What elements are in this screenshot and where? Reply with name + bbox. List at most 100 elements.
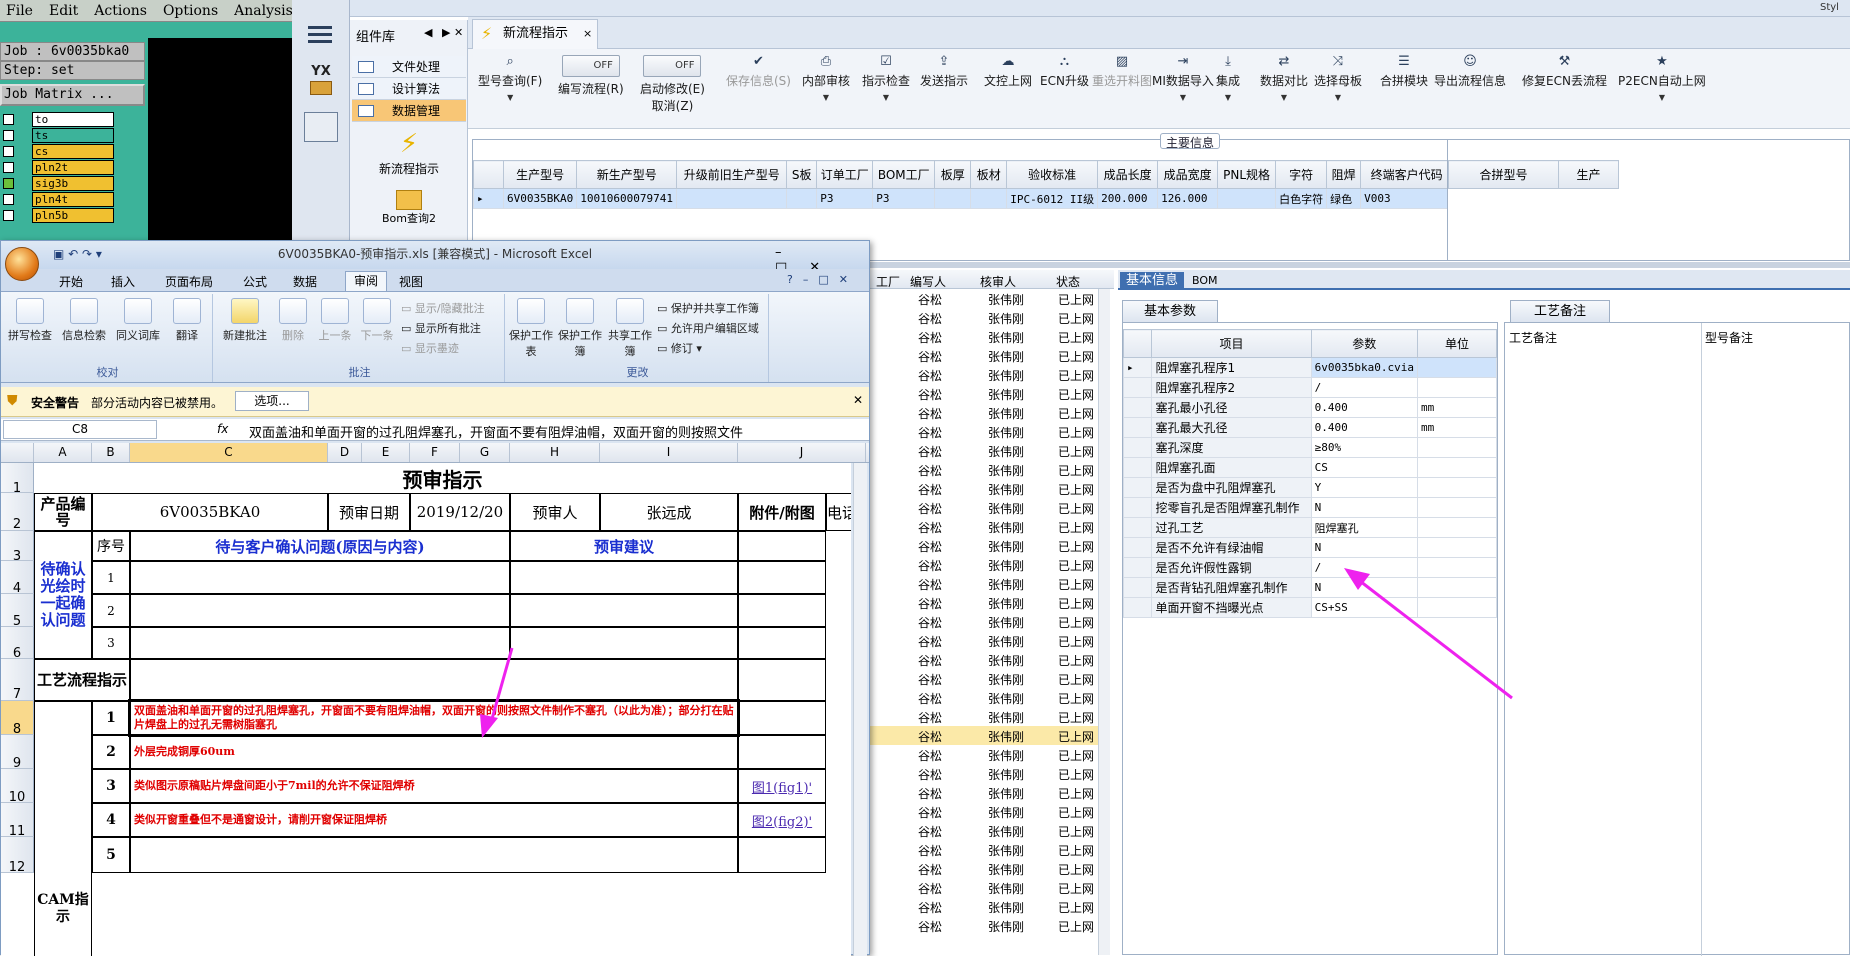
cam-text-cell[interactable]: 类似图示原稿贴片焊盘间距小于7mil的允许不保证阻焊桥 (130, 769, 738, 803)
table-cell[interactable]: CS (1310, 457, 1418, 478)
column-header[interactable]: 编写人 (910, 273, 946, 290)
column-header-cell[interactable]: B (92, 443, 130, 462)
tool-bom-query[interactable]: Bom查询2 (350, 190, 468, 226)
layer-name[interactable]: to (32, 112, 114, 127)
toolbar-button-4[interactable]: ⎙ 内部审核 ▼ (802, 55, 850, 102)
toggle-switch[interactable]: OFF (561, 55, 620, 77)
table-cell[interactable]: 10010600079741 (576, 188, 678, 209)
list-item[interactable]: 谷松 张伟刚 已上网 (870, 308, 1108, 327)
column-header[interactable]: 字符 (1275, 160, 1328, 189)
layer-checkbox[interactable] (3, 130, 14, 141)
list-item[interactable]: 谷松 张伟刚 已上网 (870, 612, 1108, 631)
row-header-cell[interactable]: 4 (1, 561, 34, 596)
ribbon-tab-1[interactable]: 插入 (111, 273, 135, 290)
column-header-cell[interactable]: C (130, 443, 328, 462)
issue-cell[interactable] (130, 561, 510, 594)
options-button[interactable]: 选项... (235, 391, 309, 411)
layer-row[interactable]: to (0, 112, 145, 128)
list-item[interactable]: 谷松 张伟刚 已上网 (870, 783, 1108, 802)
table-cell[interactable] (1416, 477, 1498, 498)
list-item[interactable]: 谷松 张伟刚 已上网 (870, 517, 1108, 536)
comp-item-file[interactable]: 文件处理 (352, 56, 466, 78)
table-cell[interactable]: P3 (816, 188, 874, 209)
column-header[interactable]: 验收标准 (1006, 160, 1099, 189)
formula-input[interactable]: 双面盖油和单面开窗的过孔阻焊塞孔，开窗面不要有阻焊油帽，双面开窗的则按照文件 (249, 422, 839, 441)
menu-edit[interactable]: Edit (49, 3, 78, 19)
panel-nav-left-icon[interactable]: ◀ (424, 26, 432, 39)
toolbar-button-8[interactable]: ⛬ ECN升级 (1040, 55, 1089, 89)
table-cell[interactable]: 挖零盲孔是否阻焊塞孔制作 (1151, 497, 1312, 518)
toolbar-button-3[interactable]: ✔ 保存信息(S) (726, 55, 791, 89)
table-cell[interactable]: / (1310, 377, 1418, 398)
list-item[interactable]: 谷松 张伟刚 已上网 (870, 669, 1108, 688)
product-label[interactable]: 产品编号 (34, 493, 92, 531)
list-item[interactable]: 谷松 张伟刚 已上网 (870, 745, 1108, 764)
table-cell[interactable] (970, 188, 1008, 209)
column-header[interactable]: 板厚 (934, 160, 972, 189)
table-cell[interactable]: N (1310, 497, 1418, 518)
close-icon[interactable]: × (583, 20, 592, 48)
phone-label[interactable]: 电话 (826, 493, 851, 531)
row-selector[interactable] (1122, 517, 1153, 538)
track-changes-button[interactable]: ▭ 修订 ▾ (657, 340, 702, 356)
list-item[interactable]: 谷松 张伟刚 已上网 (870, 631, 1108, 650)
ribbon-tab-2[interactable]: 页面布局 (165, 273, 213, 290)
product-value[interactable]: 6V0035BKA0 (92, 493, 328, 531)
layer-checkbox[interactable] (3, 194, 14, 205)
row-header-cell[interactable]: 11 (1, 803, 34, 839)
cam-link-cell[interactable] (738, 837, 826, 873)
list-item[interactable]: 谷松 张伟刚 已上网 (870, 802, 1108, 821)
layer-name[interactable]: sig3b (32, 176, 114, 191)
chevron-down-icon[interactable]: ▼ (1618, 93, 1706, 102)
excel-vertical-scrollbar[interactable] (853, 463, 867, 956)
ribbon-tab-0[interactable]: 开始 (59, 273, 83, 290)
table-cell[interactable] (1217, 188, 1277, 209)
toolbar-button-10[interactable]: ⇥ MI数据导入 ▼ (1152, 55, 1214, 102)
cam-num[interactable]: 5 (92, 837, 130, 873)
attach-cell[interactable] (738, 627, 826, 659)
cam-link-cell[interactable] (738, 735, 826, 769)
tab-bom[interactable]: BOM (1192, 272, 1232, 290)
list-item[interactable]: 谷松 张伟刚 已上网 (870, 422, 1108, 441)
new-comment-button[interactable]: 新建批注 (219, 298, 271, 343)
toolbar-button-17[interactable]: ★ P2ECN自动上网 ▼ (1618, 55, 1706, 102)
layer-row[interactable]: pln5b (0, 208, 145, 224)
column-header[interactable]: PNL规格 (1217, 160, 1277, 189)
confirm-label[interactable]: 待确认光绘时一起确认问题 (34, 531, 92, 659)
show-ink[interactable]: ▭ 显示墨迹 (401, 340, 459, 356)
table-cell[interactable]: P3 (872, 188, 936, 209)
table-row[interactable]: ▸ 6V0035BKA0 10010600079741 P3 P3 IPC-6012 II… (473, 188, 1602, 209)
toolbar-button-12[interactable]: ⇄ 数据对比 ▼ (1260, 55, 1308, 102)
table-row[interactable]: 塞孔最小孔径 0.400 mm (1122, 397, 1498, 418)
row-header-cell[interactable]: 1 (1, 463, 34, 496)
attach-cell[interactable] (738, 561, 826, 594)
list-item[interactable]: 谷松 张伟刚 已上网 (870, 688, 1108, 707)
toolbar-button-11[interactable]: ⤓ 集成 ▼ (1216, 55, 1240, 102)
row-selector[interactable] (1122, 437, 1153, 458)
list-item[interactable]: 谷松 张伟刚 已上网 (870, 460, 1108, 479)
calculator-icon[interactable] (304, 112, 338, 142)
table-cell[interactable]: mm (1416, 397, 1498, 418)
column-header[interactable]: 生产型号 (502, 160, 578, 189)
column-header[interactable]: 升级前旧生产型号 (676, 160, 788, 189)
table-cell[interactable]: mm (1416, 417, 1498, 438)
row-selector[interactable] (1122, 457, 1153, 478)
mid-list-scrollbar[interactable] (1098, 289, 1110, 955)
table-cell[interactable]: 6V0035BKA0 (502, 188, 578, 209)
seq-label[interactable]: 序号 (92, 531, 130, 561)
office-button-icon[interactable] (5, 247, 39, 281)
column-header[interactable]: 核审人 (980, 273, 1016, 290)
row-selector[interactable] (1122, 557, 1153, 578)
layer-row[interactable]: pln2t (0, 160, 145, 176)
layer-name[interactable]: pln5b (32, 208, 114, 223)
next-comment-button[interactable]: 下一条 (357, 298, 397, 343)
column-header[interactable]: BOM工厂 (872, 160, 936, 189)
layer-row[interactable]: cs (0, 144, 145, 160)
column-header[interactable]: 订单工厂 (816, 160, 874, 189)
table-cell[interactable] (1416, 497, 1498, 518)
table-cell[interactable] (1416, 377, 1498, 398)
table-cell[interactable] (1416, 597, 1498, 618)
list-item[interactable]: 谷松 张伟刚 已上网 (870, 327, 1108, 346)
cam-text-cell[interactable]: 双面盖油和单面开窗的过孔阻焊塞孔，开窗面不要有阻焊油帽，双面开窗的则按照文件制作… (128, 699, 740, 737)
toolbar-button-6[interactable]: ⇪ 发送指示 (920, 55, 968, 89)
